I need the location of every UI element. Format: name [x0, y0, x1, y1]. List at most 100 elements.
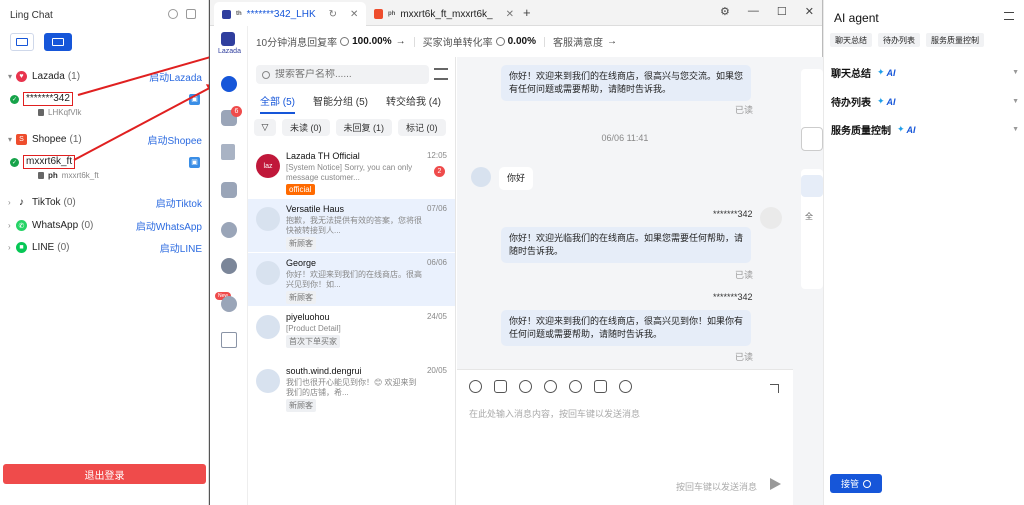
platform-whatsapp[interactable]: › ✆ WhatsApp (0) 启动WhatsApp [8, 218, 202, 233]
takeover-button[interactable]: 接管 [830, 474, 882, 493]
tab-shopee-account[interactable]: ph mxxrt6k_ft_mxxrt6k_ ✕ [366, 2, 522, 26]
chip-quality-control[interactable]: 服务质量控制 [926, 33, 984, 47]
cart-icon[interactable] [594, 380, 607, 393]
funnel-icon[interactable]: ▽ [254, 119, 276, 136]
conversation-list: 全部 (5) 智能分组 (5) 转交给我 (4) ▽ 未读 (0) 未回复 (1… [248, 57, 456, 505]
settings-icon[interactable] [168, 9, 178, 19]
new-tab-button[interactable]: + [523, 5, 531, 20]
lazada-icon [222, 9, 231, 19]
account-badge-icon[interactable]: ▣ [189, 156, 200, 168]
strip-label: 全 [805, 212, 813, 221]
section-todo-list[interactable]: 待办列表 ✦ AI ▼ [831, 94, 1019, 109]
launch-whatsapp-link[interactable]: 启动WhatsApp [136, 218, 202, 233]
minimize-icon[interactable]: — [748, 5, 759, 18]
region-prefix: ph [48, 171, 58, 180]
account-lazada[interactable]: ✓ *******342 ▣ [10, 92, 200, 106]
avatar [256, 315, 280, 339]
window-icon[interactable] [186, 9, 196, 19]
account-panel: Ling Chat ▾ ♥ Lazada (1) 启动Lazada ✓ ****… [0, 0, 209, 505]
section-quality-control[interactable]: 服务质量控制 ✦ AI ▼ [831, 122, 1019, 137]
info-icon[interactable] [495, 37, 505, 46]
conversation-date: 20/05 [426, 366, 447, 375]
platform-line[interactable]: › ■ LINE (0) 启动LINE [8, 240, 202, 255]
conversation-item[interactable]: south.wind.dengrui 20/05 我们也很开心能见到你！😊 欢迎… [248, 361, 455, 414]
close-icon[interactable]: ✕ [350, 9, 358, 20]
info-icon[interactable] [340, 37, 350, 46]
filter-unread[interactable]: 未读 (0) [282, 119, 330, 136]
users-nav-icon[interactable] [221, 182, 237, 198]
close-icon[interactable]: ✕ [805, 5, 814, 18]
filter-unreplied[interactable]: 未回复 (1) [335, 119, 393, 136]
tab-lazada-account[interactable]: th *******342_LHK ↻ ✕ [214, 2, 367, 26]
emoji-icon[interactable] [469, 380, 482, 393]
search-box[interactable] [256, 65, 429, 84]
platform-tiktok[interactable]: › ♪ TikTok (0) 启动Tiktok [8, 195, 202, 210]
chevron-down-icon: ▼ [1012, 98, 1019, 105]
platform-shopee[interactable]: ▾ S Shopee (1) 启动Shopee [8, 132, 202, 147]
platform-count: (0) [57, 242, 70, 253]
conversation-item[interactable]: piyeluohou 24/05 [Product Detail] 首次下单买家 [248, 307, 455, 360]
stat-value: 0.00% [507, 36, 536, 47]
account-shopee[interactable]: ✓ mxxrt6k_ft ▣ [10, 155, 200, 169]
conversation-date: 24/05 [426, 312, 447, 321]
order-card-header[interactable] [801, 175, 823, 197]
customer-avatar [471, 167, 491, 187]
desktop-mode-tab[interactable] [44, 33, 72, 51]
link-icon[interactable] [619, 380, 632, 393]
contact-name: south.wind.dengrui [286, 366, 362, 376]
unread-badge: 2 [434, 166, 445, 177]
expand-icon[interactable] [770, 384, 779, 393]
customer-card-field[interactable] [801, 127, 823, 151]
tab-all[interactable]: 全部 (5) [260, 93, 295, 114]
tab-transferred[interactable]: 转交给我 (4) [386, 93, 441, 114]
message-history[interactable]: 你好！欢迎来到我们的在线商店，很高兴与您交流。如果您有任何问题或需要帮助，请随时… [457, 57, 793, 369]
stat-label: 买家询单转化率 [422, 38, 493, 49]
send-hint: 按回车键以发送消息 [675, 482, 757, 492]
text-nav-icon[interactable] [221, 332, 237, 348]
message-composer: 在此处输入消息内容，按回车键以发送消息 按回车键以发送消息 [457, 369, 793, 505]
reload-icon[interactable]: ↻ [329, 9, 337, 20]
search-input[interactable] [275, 69, 415, 80]
list-filter-icon[interactable] [434, 68, 448, 80]
logout-button[interactable]: 退出登录 [3, 464, 206, 484]
close-icon[interactable]: ✕ [506, 9, 514, 20]
gear-nav-icon[interactable] [221, 222, 237, 238]
quick-reply-icon[interactable] [544, 380, 557, 393]
collapse-icon[interactable] [1004, 12, 1014, 20]
avatar [256, 369, 280, 393]
image-icon[interactable] [494, 380, 507, 393]
chat-mode-tab[interactable] [10, 33, 34, 51]
platform-count: (1) [67, 71, 81, 82]
arrow-right-icon[interactable]: → [607, 36, 617, 47]
section-title: 待办列表 [831, 98, 871, 109]
chip-todo-list[interactable]: 待办列表 [878, 33, 920, 47]
section-chat-summary[interactable]: 聊天总结 ✦ AI ▼ [831, 65, 1019, 80]
conversation-item[interactable]: laz Lazada TH Official 12:05 [System Not… [248, 146, 455, 199]
send-icon[interactable] [770, 478, 781, 490]
launch-line-link[interactable]: 启动LINE [160, 240, 202, 255]
arrow-right-icon[interactable]: → [396, 36, 406, 47]
tab-label: mxxrt6k_ft_mxxrt6k_ [400, 8, 493, 20]
bot-nav-icon[interactable] [221, 258, 237, 274]
filter-marked[interactable]: 标记 (0) [398, 119, 446, 136]
platform-lazada[interactable]: ▾ ♥ Lazada (1) 启动Lazada [8, 69, 202, 84]
settings-icon[interactable]: ⚙ [720, 5, 730, 18]
message-input[interactable]: 在此处输入消息内容，按回车键以发送消息 [469, 407, 640, 420]
lock-icon [38, 172, 44, 179]
account-name: *******342 [23, 92, 73, 106]
maximize-icon[interactable]: ☐ [777, 5, 787, 18]
message-preview: 抱歉，我无法提供有效的答案，您将很快被转接到人... [286, 216, 422, 235]
launch-shopee-link[interactable]: 启动Shopee [148, 132, 202, 147]
tab-smart-groups[interactable]: 智能分组 (5) [313, 93, 368, 114]
translate-icon[interactable] [569, 380, 582, 393]
shopee-icon [374, 9, 383, 19]
launch-tiktok-link[interactable]: 启动Tiktok [156, 195, 202, 210]
chip-chat-summary[interactable]: 聊天总结 [830, 33, 872, 47]
screen: Ling Chat ▾ ♥ Lazada (1) 启动Lazada ✓ ****… [0, 0, 1024, 505]
conversation-item[interactable]: Versatile Haus 07/06 抱歉，我无法提供有效的答案，您将很快被… [248, 199, 455, 252]
chart-nav-icon[interactable] [221, 144, 235, 160]
messages-nav-icon[interactable] [221, 76, 237, 92]
video-icon[interactable] [519, 380, 532, 393]
conversation-item[interactable]: George 06/06 你好！欢迎来到我们的在线商店。很高兴见到你！如... … [248, 253, 455, 306]
community-nav-icon[interactable] [221, 296, 237, 312]
